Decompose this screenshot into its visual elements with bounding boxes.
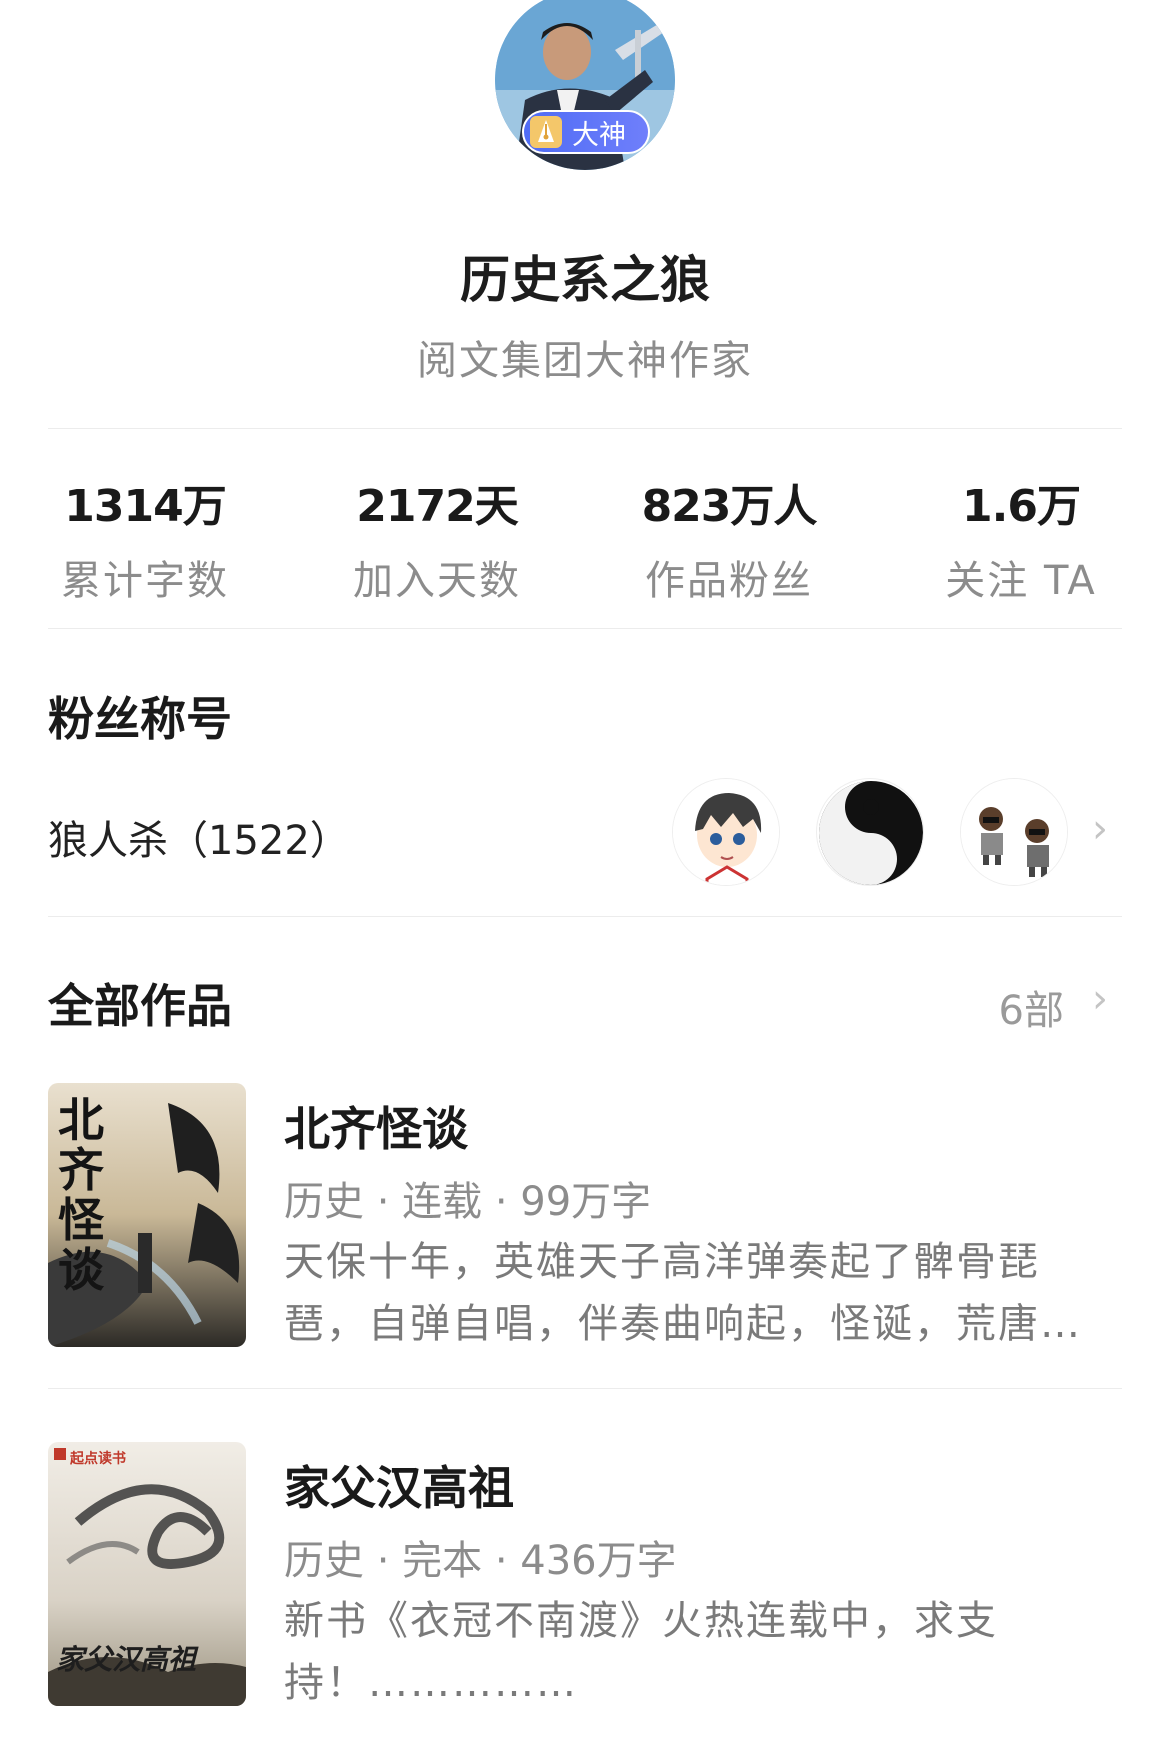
- stat-label: 关注 TA: [945, 558, 1097, 604]
- work-description: 新书《衣冠不南渡》火热连载中，求支持！……………: [284, 1598, 998, 1706]
- stat-total-words: 1314万 累计字数: [20, 470, 270, 606]
- stat-label: 加入天数: [353, 558, 521, 604]
- stat-fans[interactable]: 823万人 作品粉丝: [604, 470, 854, 606]
- book-cover: 北齐怪谈: [48, 1083, 246, 1347]
- anime-boy-avatar-icon: [673, 779, 779, 885]
- fan-avatar: [960, 778, 1068, 886]
- fan-avatar: [816, 778, 924, 886]
- fan-title-text: 狼人杀（1522）: [48, 818, 350, 864]
- chevron-right-icon: ›: [1092, 976, 1108, 1022]
- author-name: 历史系之狼: [460, 251, 710, 309]
- badge-label: 大神: [572, 119, 626, 151]
- fan-section-title: 粉丝称号: [48, 692, 232, 746]
- works-count: 6部: [998, 988, 1064, 1034]
- author-subtitle: 阅文集团大神作家: [417, 338, 753, 384]
- stat-following[interactable]: 1.6万 关注 TA: [896, 470, 1146, 606]
- stat-label: 作品粉丝: [645, 558, 813, 604]
- stats-row: 1314万 累计字数 2172天 加入天数 823万人 作品粉丝 1.6万 关注…: [0, 470, 1170, 604]
- book-cover: 起点读书 家父汉高祖: [48, 1442, 246, 1706]
- stat-value: 1.6万: [962, 481, 1081, 532]
- author-avatar-wrap[interactable]: 大神: [495, 0, 675, 170]
- work-meta: 历史 · 完本 · 436万字: [284, 1538, 677, 1584]
- work-meta: 历史 · 连载 · 99万字: [284, 1179, 652, 1225]
- chevron-right-icon[interactable]: ›: [1092, 806, 1108, 852]
- divider: [48, 1388, 1122, 1389]
- cover-title-text: 家父汉高祖: [56, 1643, 197, 1676]
- fan-avatar: [672, 778, 780, 886]
- great-god-badge: 大神: [522, 110, 650, 154]
- work-item-beiqi[interactable]: 北齐怪谈 北齐怪谈 历史 · 连载 · 99万字 天保十年，英雄天子高洋弹奏起了…: [48, 1083, 1122, 1353]
- stat-value: 2172天: [356, 481, 518, 532]
- stat-value: 823万人: [641, 481, 818, 532]
- stat-label: 累计字数: [61, 558, 229, 604]
- works-section-title: 全部作品: [48, 979, 232, 1033]
- stat-days-joined: 2172天 加入天数: [312, 470, 562, 606]
- cover-title-text: 北齐怪谈: [58, 1093, 104, 1297]
- work-description: 天保十年，英雄天子高洋弹奏起了髀骨琵琶，自弹自唱，伴奏曲响起，怪诞，荒唐，血腥，…: [284, 1239, 1082, 1347]
- pen-nib-icon: [530, 116, 562, 148]
- work-item-jiafu[interactable]: 起点读书 家父汉高祖 家父汉高祖 历史 · 完本 · 436万字 新书《衣冠不南…: [48, 1442, 1122, 1712]
- cover-brand-text: 起点读书: [70, 1451, 126, 1467]
- stat-value: 1314万: [64, 481, 226, 532]
- work-title: 家父汉高祖: [284, 1461, 514, 1515]
- cartoon-couple-icon: [961, 779, 1067, 885]
- yin-yang-icon: [819, 781, 923, 885]
- divider: [48, 628, 1122, 629]
- divider: [48, 428, 1122, 429]
- work-title: 北齐怪谈: [284, 1102, 468, 1156]
- divider: [48, 916, 1122, 917]
